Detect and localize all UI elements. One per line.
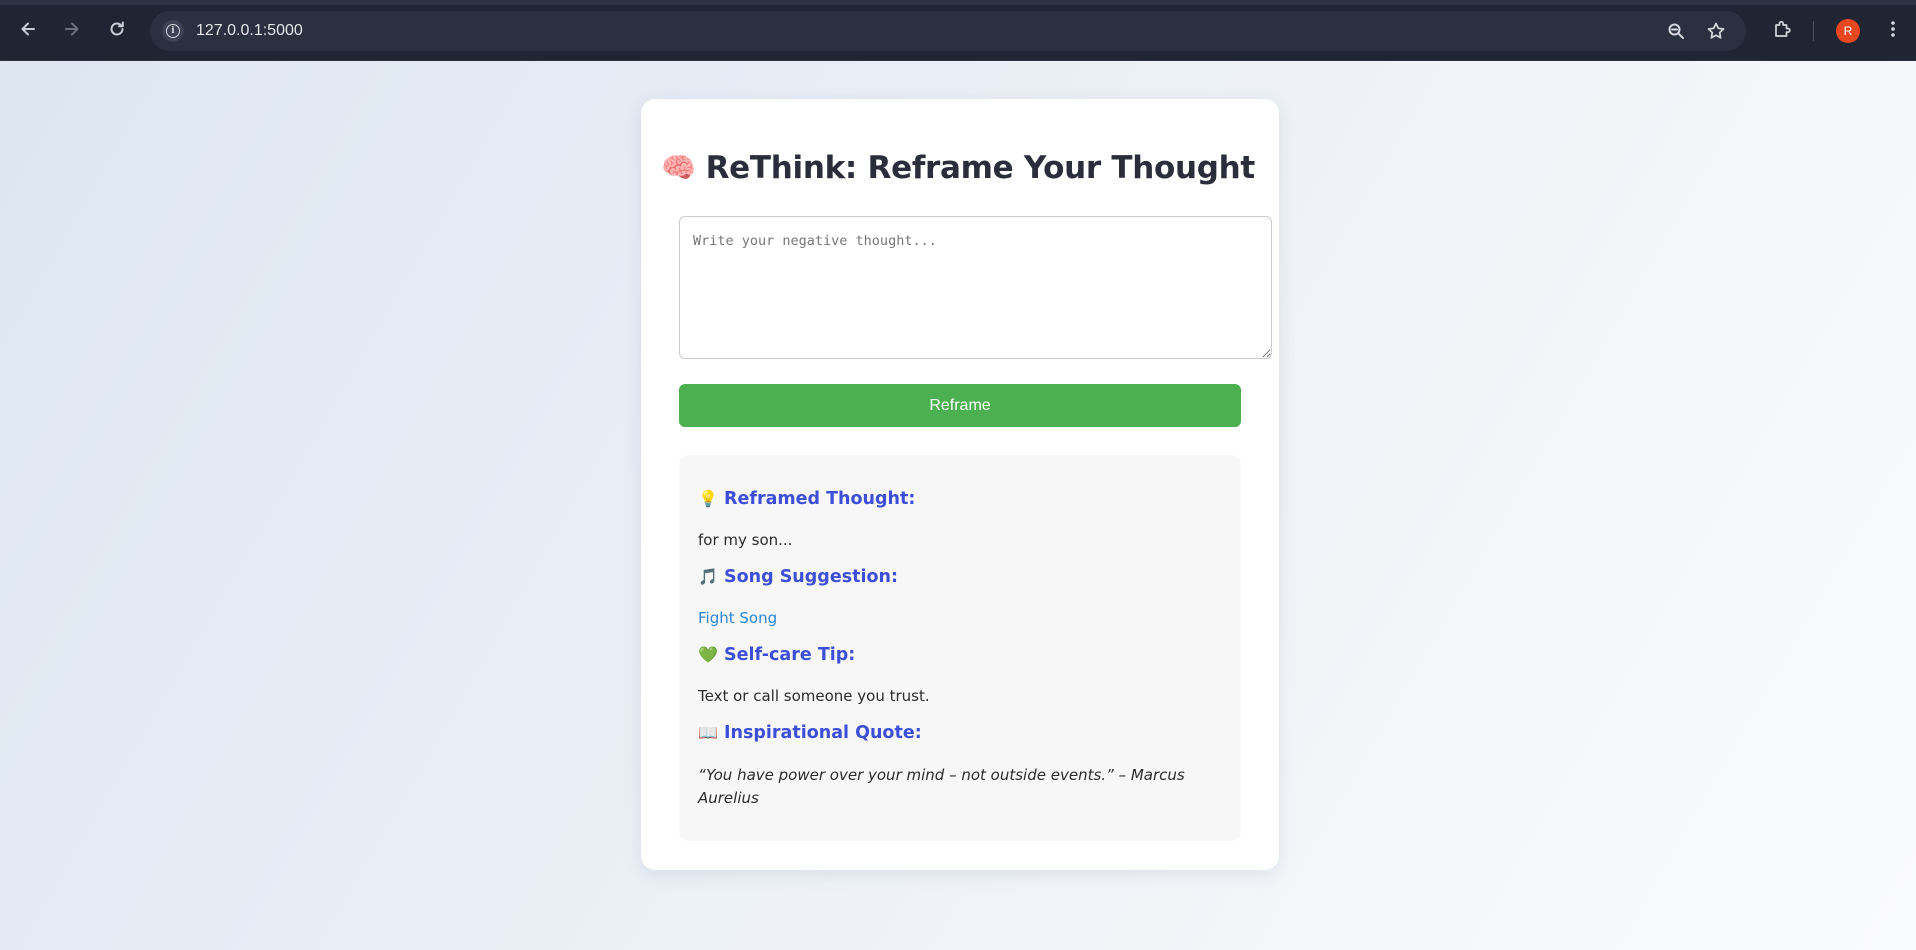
song-link-container: Fight Song — [698, 609, 777, 627]
zoom-icon[interactable] — [1665, 20, 1687, 42]
tab-strip — [0, 0, 1916, 5]
profile-avatar[interactable]: R — [1836, 19, 1860, 43]
kebab-menu-icon — [1891, 21, 1895, 37]
music-note-icon: 🎵 — [698, 567, 718, 586]
arrow-left-icon — [21, 22, 35, 36]
arrow-right-icon — [65, 22, 79, 36]
reframed-heading: 💡 Reframed Thought: — [698, 489, 916, 509]
url-text: 127.0.0.1:5000 — [196, 22, 303, 39]
menu-button[interactable] — [1879, 15, 1907, 43]
selfcare-heading: 💚 Self-care Tip: — [698, 645, 856, 665]
reframe-button[interactable]: Reframe — [679, 384, 1241, 427]
forward-button[interactable] — [58, 15, 86, 43]
page-title: 🧠 ReThink: Reframe Your Thought — [0, 150, 1916, 186]
browser-toolbar: i 127.0.0.1:5000 R — [0, 0, 1916, 61]
green-heart-icon: 💚 — [698, 645, 718, 664]
reload-icon — [110, 21, 124, 36]
extensions-button[interactable] — [1768, 15, 1796, 43]
thought-input[interactable] — [679, 216, 1272, 359]
address-bar[interactable]: i 127.0.0.1:5000 — [150, 11, 1746, 51]
song-link[interactable]: Fight Song — [698, 609, 777, 627]
selfcare-text: Text or call someone you trust. — [698, 687, 930, 705]
quote-heading: 📖 Inspirational Quote: — [698, 723, 922, 743]
reframed-text: for my son... — [698, 531, 793, 549]
reload-button[interactable] — [103, 15, 131, 43]
back-button[interactable] — [14, 15, 42, 43]
open-book-icon: 📖 — [698, 723, 718, 742]
toolbar-divider — [1813, 21, 1814, 41]
puzzle-icon — [1775, 20, 1791, 37]
quote-text: “You have power over your mind – not out… — [698, 766, 1185, 807]
song-heading: 🎵 Song Suggestion: — [698, 567, 898, 587]
brain-icon: 🧠 — [661, 151, 696, 184]
page-title-text: ReThink: Reframe Your Thought — [705, 150, 1256, 186]
site-info-icon[interactable]: i — [162, 20, 184, 42]
lightbulb-icon: 💡 — [698, 489, 718, 508]
bookmark-star-icon[interactable] — [1705, 20, 1727, 42]
